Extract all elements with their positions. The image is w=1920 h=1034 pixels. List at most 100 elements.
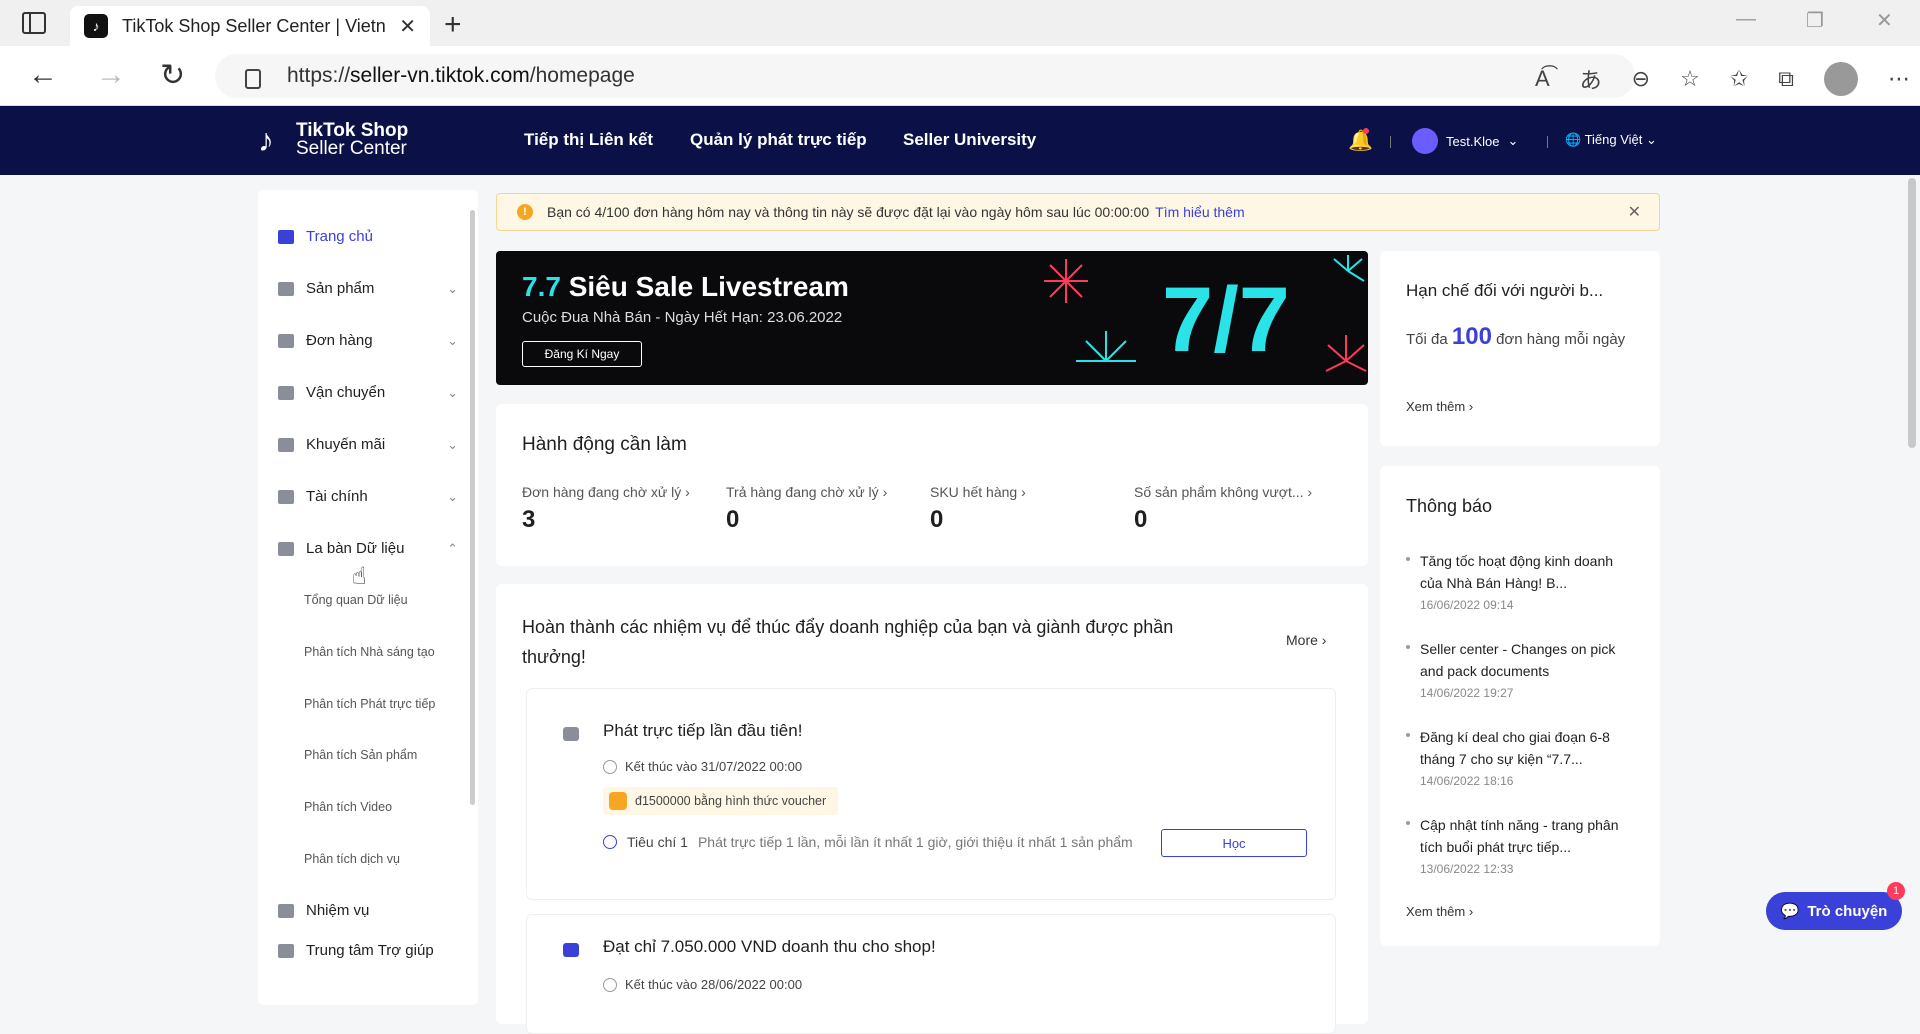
browser-tab[interactable]: ♪ TikTok Shop Seller Center | Vietn ✕ [70,6,430,46]
warning-icon: ! [517,204,533,220]
product-icon [278,281,294,296]
profile-avatar[interactable] [1824,62,1858,96]
metric-label-text: Đơn hàng đang chờ xử lý [522,484,682,500]
sidebar-item-orders[interactable]: Đơn hàng ⌄ [278,332,458,349]
metric-value: 0 [1134,506,1148,533]
back-icon[interactable]: ← [28,58,58,92]
sidebar-item-shipping[interactable]: Vận chuyển ⌄ [278,384,458,401]
nav-live-management[interactable]: Quản lý phát trực tiếp [690,130,867,150]
forward-icon[interactable]: → [96,58,126,92]
sidebar: Trang chủ Sản phẩm ⌄ Đơn hàng ⌄ Vận chuyển… [258,190,478,1005]
refresh-icon[interactable]: ↻ [160,58,185,93]
bullet [1406,821,1410,825]
tab-actions-icon[interactable] [22,12,46,34]
sidebar-item-promotions[interactable]: Khuyến mãi ⌄ [278,436,458,453]
sub-item-service-analysis[interactable]: Phân tích dịch vụ [304,852,400,866]
metric-pending-orders[interactable]: Đơn hàng đang chờ xử lý › 3 [522,484,690,534]
chevron-down-icon: ⌄ [447,436,458,452]
chevron-down-icon: ⌄ [447,332,458,348]
announcements-card: Thông báo Tăng tốc hoạt động kinh doanh … [1380,466,1660,946]
sub-item-data-overview[interactable]: Tổng quan Dữ liệu [304,593,408,607]
nav-affiliate-marketing[interactable]: Tiếp thị Liên kết [524,130,653,150]
favorites-icon[interactable]: ✩ [1730,66,1748,92]
sidebar-item-finance[interactable]: Tài chính ⌄ [278,488,458,505]
url-path: /homepage [529,64,635,87]
nav-seller-university[interactable]: Seller University [903,130,1036,150]
announcements-title: Thông báo [1406,496,1493,516]
help-icon [278,943,294,958]
sidebar-item-products[interactable]: Sản phẩm ⌄ [278,280,458,297]
close-window-icon[interactable]: ✕ [1876,8,1893,33]
learn-button[interactable]: Học [1161,829,1307,857]
read-aloud-icon[interactable]: A͡ [1535,66,1550,92]
minimize-icon[interactable]: — [1736,8,1756,31]
metric-pending-returns[interactable]: Trả hàng đang chờ xử lý › 0 [726,484,887,534]
announcement-item[interactable]: Tăng tốc hoạt động kinh doanh của Nhà Bá… [1406,550,1636,612]
sidebar-item-label: Khuyến mãi [306,436,386,453]
notification-dot [1363,128,1369,134]
sidebar-item-label: Tài chính [306,488,368,505]
add-favorite-icon[interactable]: ☆ [1680,66,1700,92]
metric-out-of-stock[interactable]: SKU hết hàng › 0 [930,484,1026,534]
page-scrollbar[interactable] [1908,178,1916,448]
announcement-item[interactable]: Đăng kí deal cho giai đoạn 6-8 tháng 7 c… [1406,726,1636,788]
translate-icon[interactable]: あ [1580,63,1602,95]
see-more-label: Xem thêm [1406,399,1466,414]
sidebar-item-data-compass[interactable]: La bàn Dữ liệu ⌃ [278,540,458,557]
announcement-text: Đăng kí deal cho giai đoạn 6-8 tháng 7 c… [1420,729,1610,767]
more-link[interactable]: More › [1286,632,1326,648]
sub-item-creator-analysis[interactable]: Phân tích Nhà sáng tạo [304,645,435,659]
logo-line2: Seller Center [296,138,407,159]
url-field[interactable]: https://seller-vn.tiktok.com/homepage [215,54,1635,98]
sidebar-item-help-center[interactable]: Trung tâm Trợ giúp [278,942,458,959]
megaphone-icon [278,437,294,452]
lock-icon[interactable] [245,69,261,89]
sidebar-item-home[interactable]: Trang chủ [278,228,458,245]
sub-item-live-analysis[interactable]: Phân tích Phát trực tiếp [304,697,435,711]
see-more-link[interactable]: Xem thêm › [1406,904,1473,919]
task-title: Đạt chỉ 7.050.000 VND doanh thu cho shop… [603,937,936,956]
order-icon [278,333,294,348]
new-tab-icon[interactable]: + [444,8,462,42]
sub-item-video-analysis[interactable]: Phân tích Video [304,800,392,814]
task-criteria: Tiêu chí 1 Phát trực tiếp 1 lần, mỗi lần … [603,834,1133,850]
close-tab-icon[interactable]: ✕ [399,14,416,39]
learn-more-link[interactable]: Tìm hiểu thêm [1155,204,1244,220]
tab-title: TikTok Shop Seller Center | Vietn [122,15,386,36]
more-icon[interactable]: ⋯ [1888,66,1910,92]
zoom-out-icon[interactable]: ⊖ [1632,66,1650,92]
bell-icon[interactable]: 🔔 [1348,128,1373,153]
sidebar-item-label: Đơn hàng [306,332,373,349]
divider [1390,136,1391,148]
announcement-item[interactable]: Seller center - Changes on pick and pack… [1406,638,1636,700]
announcement-item[interactable]: Cập nhật tính năng - trang phân tích buổ… [1406,814,1636,876]
user-menu[interactable]: Test.Kloe ⌄ [1412,128,1518,154]
sidebar-scrollbar[interactable] [470,210,475,805]
video-icon [563,727,579,741]
see-more-link[interactable]: Xem thêm › [1406,399,1473,414]
language-selector[interactable]: 🌐 Tiếng Việt ⌄ [1565,132,1657,148]
chat-icon: 💬 [1780,903,1800,920]
globe-icon: 🌐 [1565,132,1582,147]
url-text: https://seller-vn.tiktok.com/homepage [287,64,635,88]
register-now-button[interactable]: Đăng Kí Ngay [522,341,642,367]
announcement-date: 14/06/2022 19:27 [1420,686,1514,700]
tiktok-shop-logo[interactable]: ♪ TikTok Shop Seller Center [258,121,408,159]
chevron-right-icon: › [1021,484,1026,500]
clock-icon [603,759,617,774]
collections-icon[interactable]: ⧉ [1778,66,1794,92]
fireworks-graphic: 7/7 [1044,255,1367,372]
limit-title: Hạn chế đối với người b... [1406,281,1604,300]
chevron-right-icon: › [1307,484,1313,500]
banner-subtitle: Cuộc Đua Nhà Bán - Ngày Hết Hạn: 23.06.2… [522,309,843,326]
restore-icon[interactable]: ❐ [1806,8,1824,33]
chat-button[interactable]: 💬 Trò chuyện [1766,892,1902,930]
banner-title: 7.7 Siêu Sale Livestream [522,271,849,303]
metric-products-not-passed[interactable]: Số sản phẩm không vượt... › 0 [1134,484,1312,534]
close-icon[interactable]: ✕ [1628,202,1641,222]
bullet [1406,733,1410,737]
sub-item-product-analysis[interactable]: Phân tích Sản phẩm [304,748,417,762]
promo-banner[interactable]: 7.7 Siêu Sale Livestream Cuộc Đua Nhà Bá… [496,251,1368,385]
tasks-card: Hoàn thành các nhiệm vụ để thúc đẩy doan… [496,584,1368,1034]
sidebar-item-tasks[interactable]: Nhiệm vụ [278,902,458,919]
